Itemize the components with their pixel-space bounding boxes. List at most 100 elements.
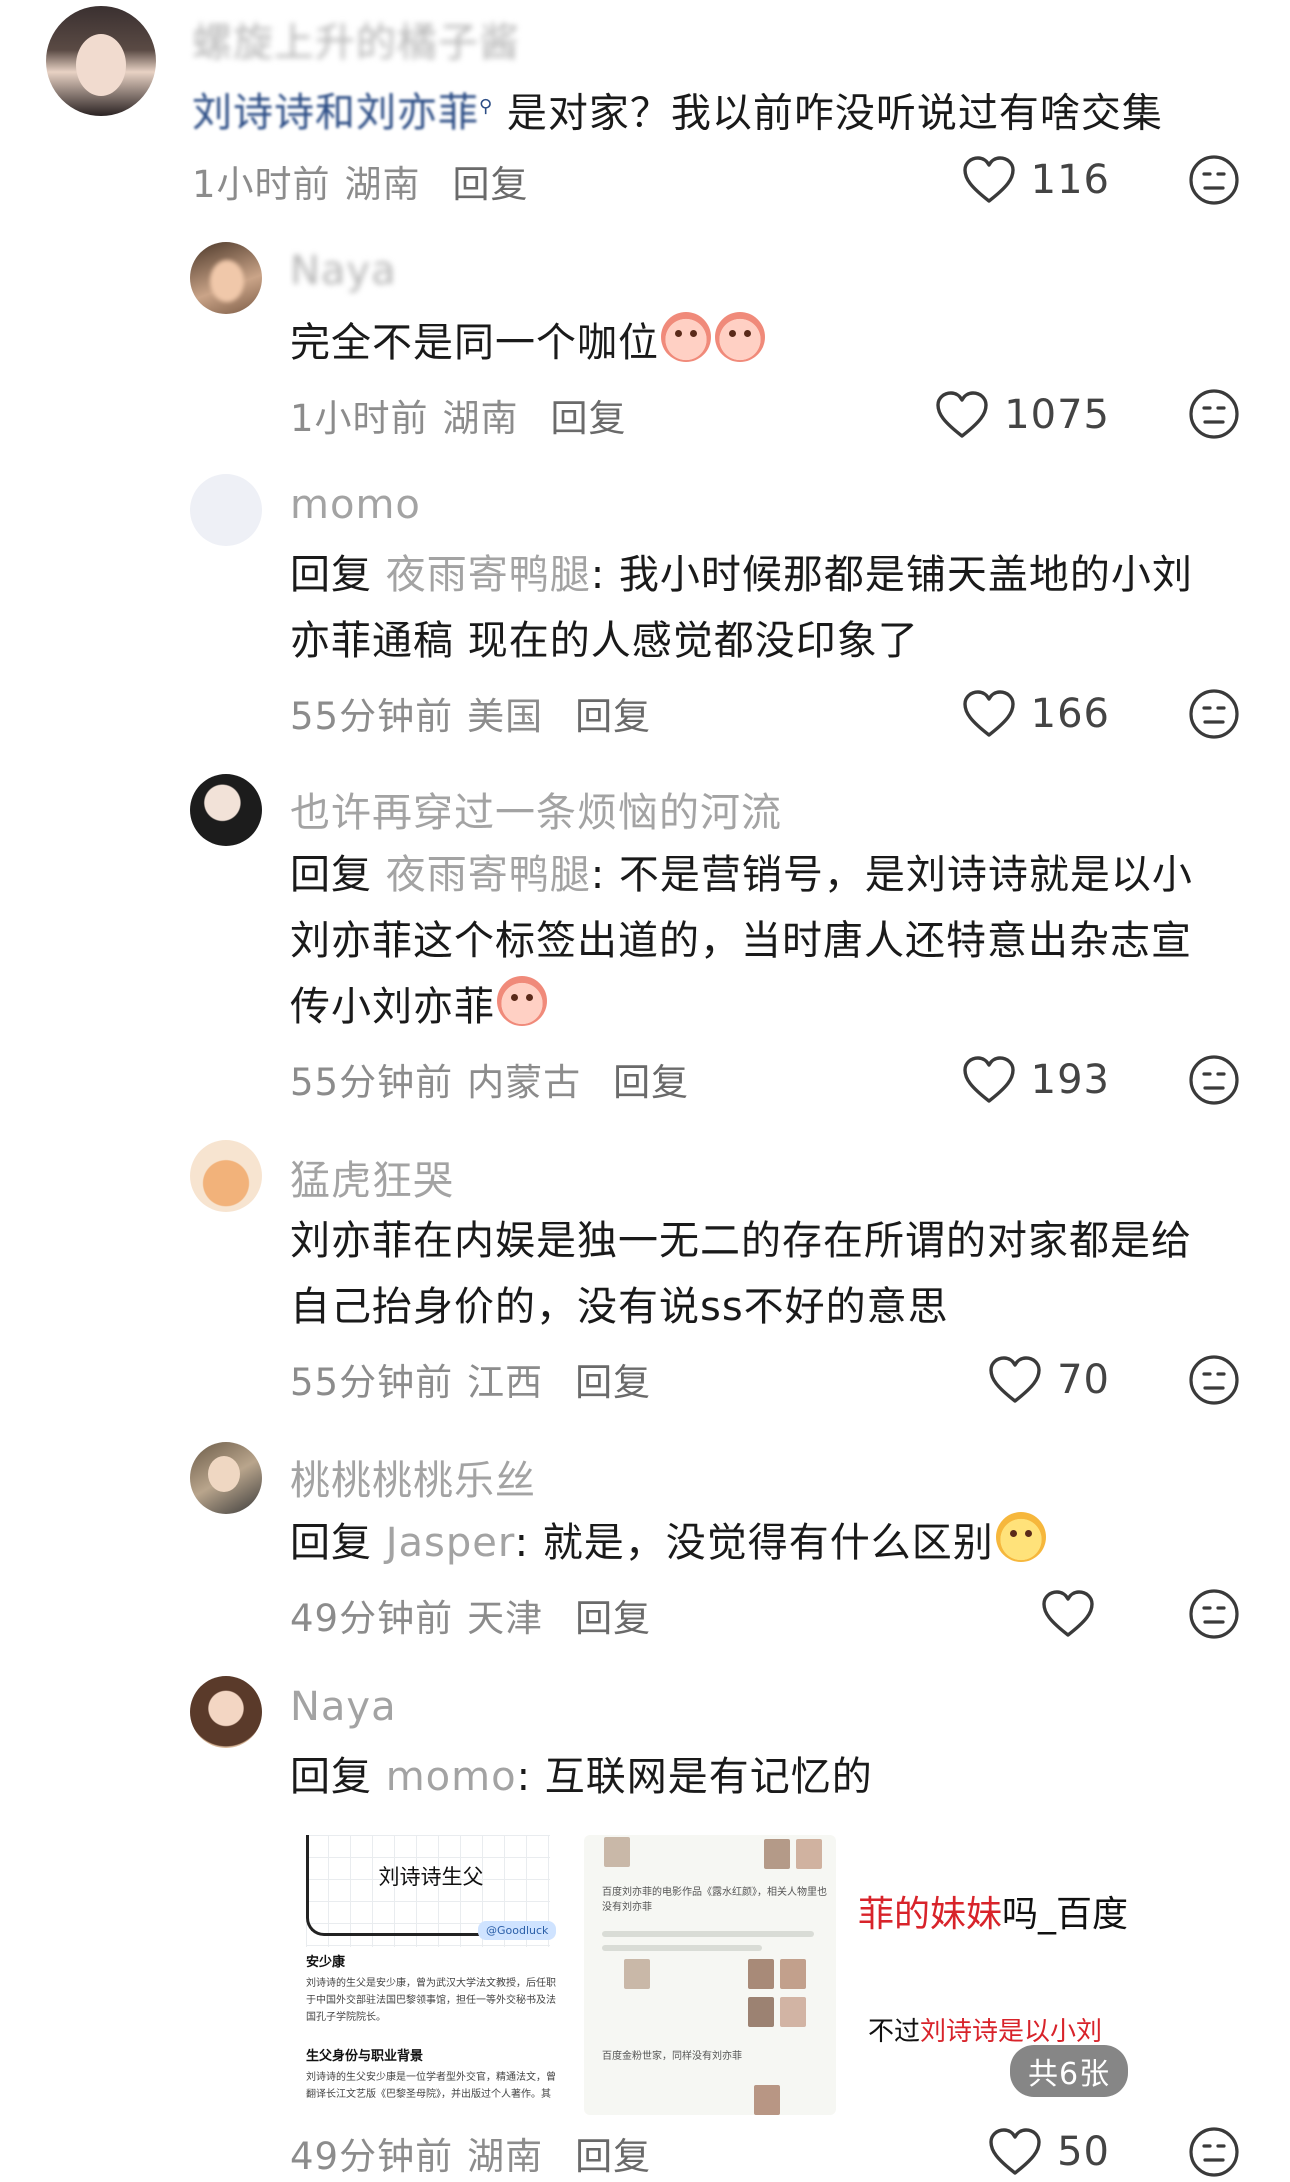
thumbnail-photo: [604, 1837, 630, 1867]
thumbnail-text: 百度金粉世家，同样没有刘亦菲: [602, 2051, 742, 2062]
reply-button[interactable]: 回复: [575, 1361, 651, 1404]
avatar[interactable]: [190, 474, 262, 546]
dislike-icon[interactable]: [1188, 154, 1240, 206]
thumbnail-text: 不过刘诗诗是以小刘: [868, 2017, 1103, 2047]
reply-to-user[interactable]: 夜雨寄鸭腿: [386, 552, 591, 598]
comment-meta: 49分钟前 天津 回复: [290, 1588, 651, 1642]
avatar[interactable]: [190, 774, 262, 846]
reply-prefix: 回复: [290, 1754, 372, 1800]
comment-text: 自己抬身价的，没有说ss不好的意思: [290, 1284, 949, 1330]
dislike-icon[interactable]: [1188, 388, 1240, 440]
comment-meta: 1小时前 湖南 回复: [290, 388, 627, 442]
username[interactable]: 螺旋上升的橘子酱: [192, 10, 520, 68]
thumbnail-heading: 生父身份与职业背景: [306, 2049, 424, 2064]
like-button[interactable]: 116: [961, 150, 1110, 210]
reply-button[interactable]: 回复: [613, 1061, 689, 1104]
like-count: 116: [1030, 157, 1110, 203]
image-thumbnail[interactable]: 百度刘亦菲的电影作品《露水红颜》，相关人物里也没有刘亦菲 百度金粉世家，同样没有…: [584, 1835, 836, 2115]
like-count: 1075: [1004, 392, 1110, 438]
heart-icon: [936, 391, 988, 438]
like-button[interactable]: 1075: [934, 385, 1110, 445]
avatar[interactable]: [190, 1442, 262, 1514]
username[interactable]: Naya: [290, 248, 397, 294]
comment-meta: 49分钟前 湖南 回复: [290, 2126, 651, 2180]
comment-text: 亦菲通稿 现在的人感觉都没印象了: [290, 618, 919, 664]
avatar[interactable]: [190, 242, 262, 314]
heart-icon: [962, 1056, 1015, 1103]
thumbnail-photo: [780, 1959, 806, 1989]
comment-meta: 55分钟前 江西 回复: [290, 1352, 651, 1406]
comment-text: 是对家？我以前咋没听说过有啥交集: [506, 90, 1163, 137]
like-button[interactable]: [1040, 1584, 1110, 1644]
comment-body: 刘诗诗和刘亦菲⚲ 是对家？我以前咋没听说过有啥交集: [192, 74, 1163, 146]
reply-prefix: 回复: [290, 1520, 372, 1566]
thumbnail-photo: [764, 1839, 790, 1869]
like-count: 193: [1030, 1057, 1110, 1103]
image-count-badge[interactable]: 共6张: [1010, 2045, 1129, 2097]
username[interactable]: 桃桃桃桃乐丝: [290, 1448, 536, 1506]
thumbnail-heading: 安少康: [306, 1955, 346, 1970]
comment-text: : 互联网是有记忆的: [516, 1754, 873, 1800]
dislike-icon[interactable]: [1188, 1054, 1240, 1106]
heart-icon: [989, 1356, 1041, 1403]
reply-button[interactable]: 回复: [575, 1597, 651, 1640]
like-count: 70: [1057, 1357, 1110, 1403]
comment-location: 美国: [467, 695, 544, 738]
username[interactable]: Naya: [290, 1684, 397, 1730]
comment-time: 49分钟前: [290, 2135, 454, 2178]
comment-text: : 就是，没觉得有什么区别: [514, 1520, 994, 1566]
like-button[interactable]: 193: [961, 1050, 1110, 1110]
heart-icon: [1042, 1590, 1094, 1637]
reply-to-user[interactable]: Jasper: [386, 1520, 515, 1566]
heart-icon: [962, 690, 1015, 737]
mention-link[interactable]: 刘诗诗和刘亦菲: [192, 90, 479, 136]
image-thumbnail[interactable]: 刘诗诗生父 @Goodluck 安少康 刘诗诗的生父是安少康，曾为武汉大学法文教…: [300, 1835, 562, 2115]
like-button[interactable]: 166: [961, 684, 1110, 744]
reply-to-user[interactable]: 夜雨寄鸭腿: [386, 852, 591, 898]
thumbnail-text: 百度刘亦菲的电影作品《露水红颜》，相关人物里也没有刘亦菲: [602, 1887, 827, 1913]
dislike-icon[interactable]: [1188, 688, 1240, 740]
reply-button[interactable]: 回复: [575, 695, 651, 738]
search-icon[interactable]: ⚲: [479, 96, 493, 117]
comment-meta: 55分钟前 美国 回复: [290, 686, 651, 740]
comment-text: 刘亦菲这个标签出道的，当时唐人还特意出杂志宣: [290, 918, 1192, 964]
comment-location: 江西: [467, 1361, 544, 1404]
username[interactable]: 猛虎狂哭: [290, 1148, 454, 1206]
comment-text: : 我小时候那都是铺天盖地的小刘: [590, 552, 1193, 598]
comment-location: 湖南: [442, 397, 519, 440]
heart-icon: [962, 156, 1015, 203]
comment-time: 1小时前: [192, 163, 331, 206]
comment-time: 1小时前: [290, 397, 429, 440]
comment-body: 回复 夜雨寄鸭腿: 我小时候那都是铺天盖地的小刘 亦菲通稿 现在的人感觉都没印象…: [290, 542, 1250, 674]
thumbnail-text: 刘诗诗的生父是安少康，曾为武汉大学法文教授，后任职于中国外交部驻法国巴黎领事馆，…: [306, 1978, 556, 2023]
crying-emoji-icon: [497, 976, 547, 1026]
comment-location: 湖南: [467, 2135, 544, 2178]
thumbnail-photo: [796, 1839, 822, 1869]
avatar[interactable]: [46, 6, 156, 116]
reply-button[interactable]: 回复: [551, 397, 627, 440]
emoji-icon: [995, 1512, 1046, 1562]
like-button[interactable]: 50: [987, 2122, 1110, 2182]
heart-icon: [989, 2128, 1041, 2175]
comment-meta: 1小时前 湖南 回复: [192, 154, 529, 208]
reply-button[interactable]: 回复: [575, 2135, 651, 2178]
reply-button[interactable]: 回复: [453, 163, 529, 206]
thumbnail-photo: [748, 1997, 774, 2027]
thumbnail-title: 刘诗诗生父: [378, 1865, 484, 1889]
dislike-icon[interactable]: [1188, 1354, 1240, 1406]
comment-body: 回复 Jasper: 就是，没觉得有什么区别: [290, 1510, 1048, 1576]
comment-time: 55分钟前: [290, 1361, 454, 1404]
like-button[interactable]: 70: [987, 1350, 1110, 1410]
avatar[interactable]: [190, 1676, 262, 1748]
comment-text: 完全不是同一个咖位: [290, 320, 659, 366]
dislike-icon[interactable]: [1188, 2126, 1240, 2178]
dislike-icon[interactable]: [1188, 1588, 1240, 1640]
avatar[interactable]: [190, 1140, 262, 1212]
username[interactable]: momo: [290, 482, 421, 528]
reply-to-user[interactable]: momo: [386, 1754, 517, 1800]
comment-text: 传小刘亦菲: [290, 984, 495, 1030]
reply-prefix: 回复: [290, 852, 372, 898]
like-count: 166: [1030, 691, 1110, 737]
comment-body: 回复 momo: 互联网是有记忆的: [290, 1744, 873, 1810]
username[interactable]: 也许再穿过一条烦恼的河流: [290, 780, 782, 838]
